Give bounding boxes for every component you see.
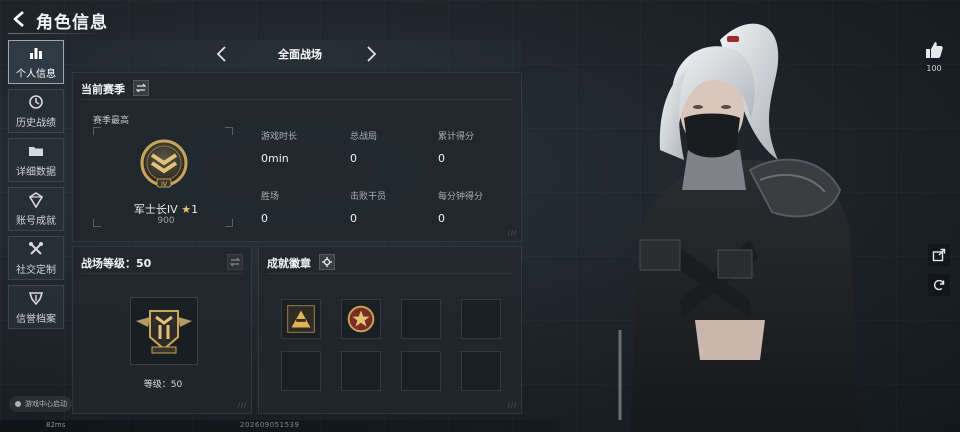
rank-score: 900: [157, 216, 175, 226]
sidebar-item-credit[interactable]: 信誉档案: [8, 285, 64, 329]
tools-icon: [29, 241, 43, 255]
stat-value: 0: [350, 152, 357, 165]
sidebar-item-label: 信誉档案: [16, 313, 56, 325]
share-icon: [932, 248, 946, 262]
game-center-icon: [15, 401, 21, 407]
bar-chart-icon: [30, 47, 42, 59]
badge-slot-empty[interactable]: [461, 299, 501, 339]
game-center-text: 游戏中心启动: [25, 400, 67, 408]
sidebar-item-personal-info[interactable]: 个人信息: [8, 40, 64, 84]
badge-slot-empty[interactable]: [341, 351, 381, 391]
badge-slot-empty[interactable]: [401, 299, 441, 339]
season-swap-button[interactable]: [133, 80, 149, 96]
badge-slot[interactable]: [281, 299, 321, 339]
season-title: 当前赛季: [81, 83, 125, 96]
page-title: 角色信息: [36, 13, 108, 33]
badge-slot-empty[interactable]: [281, 351, 321, 391]
character-model[interactable]: [600, 0, 900, 432]
sidebar-item-label: 账号成就: [16, 215, 56, 227]
sidebar-item-history[interactable]: 历史战绩: [8, 89, 64, 133]
title-divider: [8, 33, 104, 34]
gear-icon: [322, 257, 332, 267]
stat-label: 每分钟得分: [438, 192, 484, 202]
stat-total-score: 累计得分 0: [438, 129, 474, 165]
panel-corner-mark: ///: [507, 402, 517, 409]
rank-name-row: 军士长IV ★1: [113, 201, 219, 217]
level-swap-button[interactable]: [227, 254, 243, 270]
badges-panel: 成就徽章 ///: [258, 246, 522, 414]
level-panel: 战场等级：50 等级：50 ///: [72, 246, 252, 414]
divider: [81, 273, 243, 274]
divider: [81, 99, 513, 100]
sidebar-item-label: 个人信息: [16, 68, 56, 80]
stat-value: 0: [438, 152, 445, 165]
game-center-label[interactable]: 游戏中心启动: [9, 396, 72, 412]
stat-label: 游戏时长: [261, 132, 298, 142]
swap-icon: [230, 257, 240, 267]
stat-label: 累计得分: [438, 132, 475, 142]
divider: [267, 273, 513, 274]
panel-corner-mark: ///: [507, 230, 517, 237]
refresh-icon: [933, 279, 945, 291]
ping-readout: 82ms: [46, 421, 66, 429]
season-best-label: 赛季最高: [93, 116, 130, 126]
chevron-right-icon[interactable]: [364, 44, 378, 64]
badge-slot[interactable]: [341, 299, 381, 339]
stat-value: 0min: [261, 152, 289, 165]
level-emblem-icon: [136, 310, 192, 354]
sidebar-item-label: 社交定制: [16, 264, 56, 276]
stat-value: 0: [438, 212, 445, 225]
season-panel: 当前赛季 赛季最高 IV 军士长IV ★1 900 游戏时长 0min 总战局: [72, 72, 522, 242]
sidebar-item-details[interactable]: 详细数据: [8, 138, 64, 182]
share-button[interactable]: [928, 244, 950, 266]
panel-corner-mark: ///: [237, 402, 247, 409]
badge-slot-empty[interactable]: [401, 351, 441, 391]
pyramid-badge-icon: [287, 305, 315, 333]
stat-total-matches: 总战局 0: [350, 129, 377, 165]
refresh-button[interactable]: [928, 274, 950, 296]
like-count: 100: [926, 64, 942, 73]
history-icon: [29, 94, 43, 109]
sidebar-item-social[interactable]: 社交定制: [8, 236, 64, 280]
stat-label: 总战局: [350, 132, 378, 142]
badges-settings-button[interactable]: [319, 254, 335, 270]
badge-slot-empty[interactable]: [461, 351, 501, 391]
badges-title: 成就徽章: [267, 257, 311, 270]
stat-value: 0: [350, 212, 357, 225]
stat-value: 0: [261, 212, 268, 225]
player-uid: 202609051539: [240, 421, 300, 429]
stat-wins: 胜场 0: [261, 189, 279, 225]
stat-kills: 击败干员 0: [350, 189, 386, 225]
sidebar-item-label: 历史战绩: [16, 117, 56, 129]
rank-emblem-icon: IV: [140, 139, 188, 188]
star-icon: ★: [181, 203, 192, 216]
rank-stars: 1: [191, 203, 199, 216]
chevron-left-icon[interactable]: [215, 44, 229, 64]
level-text: 等级：50: [143, 380, 183, 390]
svg-text:IV: IV: [161, 181, 168, 188]
back-arrow-icon[interactable]: [10, 9, 30, 29]
level-title: 战场等级：50: [81, 257, 152, 270]
stat-score-per-minute: 每分钟得分 0: [438, 189, 483, 225]
star-medal-badge-icon: [347, 305, 375, 333]
achievement-icon: [28, 191, 44, 208]
mode-name: 全面战场: [278, 48, 322, 61]
folder-icon: [29, 146, 43, 156]
sidebar: 个人信息 历史战绩 详细数据 账号成就 社交定制 信誉档案: [8, 40, 66, 334]
stat-label: 击败干员: [350, 192, 387, 202]
sidebar-item-label: 详细数据: [16, 166, 56, 178]
stat-play-time: 游戏时长 0min: [261, 129, 297, 165]
swap-icon: [136, 83, 146, 93]
stat-label: 胜场: [261, 192, 280, 202]
credit-icon: [28, 291, 44, 305]
sidebar-item-achievements[interactable]: 账号成就: [8, 187, 64, 231]
rank-name: 军士长IV: [133, 203, 178, 216]
thumbs-up-icon[interactable]: [924, 40, 944, 60]
